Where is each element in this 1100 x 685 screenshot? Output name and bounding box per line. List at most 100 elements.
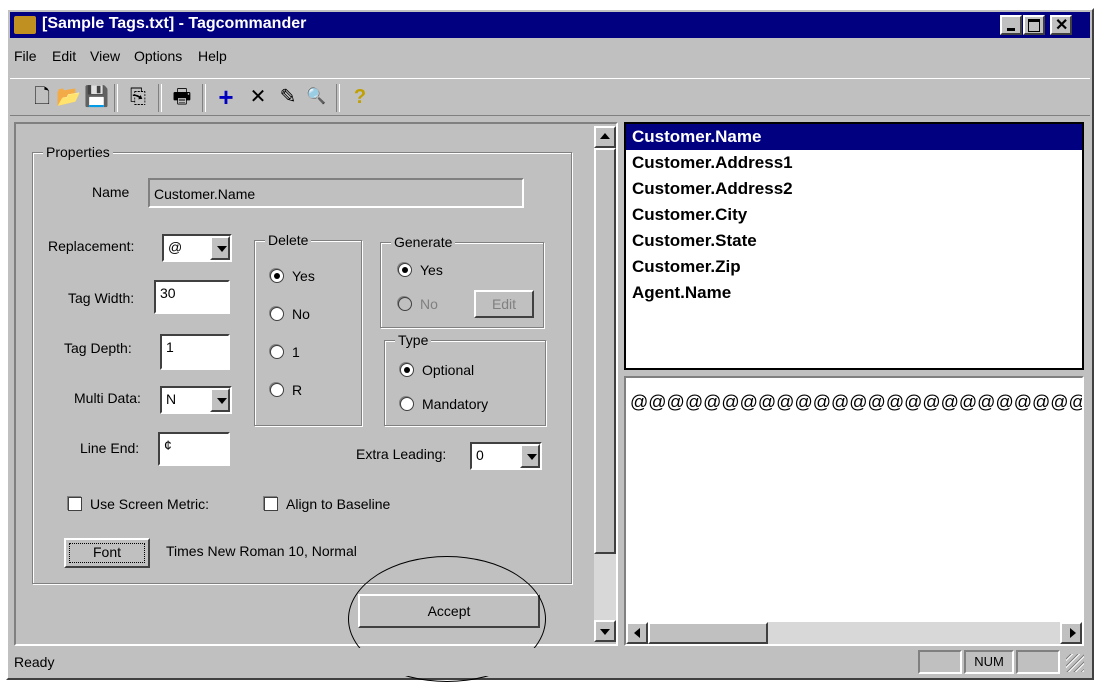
open-icon[interactable]: 📂 [56,84,81,110]
list-item[interactable]: Customer.Address2 [626,176,1082,202]
replacement-label: Replacement: [48,238,135,254]
maximize-button[interactable] [1023,15,1045,35]
generate-edit-button: Edit [474,290,534,318]
print-icon[interactable]: 🖶 [170,84,194,110]
minimize-icon [1007,28,1015,31]
menu-edit[interactable]: Edit [52,48,76,64]
tag-list[interactable]: Customer.Name Customer.Address1 Customer… [624,122,1084,370]
list-item[interactable]: Customer.Zip [626,254,1082,280]
scroll-up-button[interactable] [594,126,616,148]
use-screen-metric-checkbox[interactable]: Use Screen Metric: [68,496,209,512]
find-icon[interactable]: ✎ [276,84,300,110]
copy-icon[interactable]: ⎘ [126,84,150,110]
radio-icon [270,383,284,397]
chevron-left-icon [634,628,640,638]
menu-view[interactable]: View [90,48,120,64]
replacement-select[interactable]: @ [162,234,232,262]
maximize-icon [1028,19,1040,32]
close-icon: ✕ [1055,17,1069,34]
toolbar-separator [158,84,162,112]
extra-leading-select[interactable]: 0 [470,442,542,470]
line-end-value: ¢ [164,437,172,453]
type-optional-radio[interactable]: Optional [400,362,474,378]
scroll-right-button[interactable] [1060,622,1082,644]
multi-data-label: Multi Data: [74,390,141,406]
toolbar-separator [202,84,206,112]
tag-width-label: Tag Width: [68,290,135,306]
extra-leading-label: Extra Leading: [356,446,447,462]
status-text: Ready [14,654,55,670]
chevron-down-icon [600,629,610,635]
delete-no-radio[interactable]: No [270,306,310,322]
chevron-up-icon [600,133,610,139]
font-description: Times New Roman 10, Normal [166,543,357,559]
close-button[interactable]: ✕ [1050,15,1072,35]
delete-group-title: Delete [265,232,312,248]
scroll-thumb[interactable] [648,622,768,644]
delete-icon[interactable]: ✕ [246,84,270,110]
tag-width-field[interactable]: 30 [154,280,230,314]
add-icon[interactable]: + [214,84,238,110]
type-group-title: Type [395,332,432,348]
checkbox-icon [264,497,278,511]
name-value: Customer.Name [154,186,256,202]
list-item[interactable]: Customer.Address1 [626,150,1082,176]
scroll-thumb[interactable] [594,148,616,554]
name-label: Name [92,184,130,200]
properties-scrollbar[interactable] [594,126,616,642]
list-item[interactable]: Customer.State [626,228,1082,254]
resize-grip-icon[interactable] [1066,654,1084,672]
new-icon[interactable]: 🗋 [30,84,54,110]
radio-icon [398,263,412,277]
chevron-down-icon[interactable] [210,236,230,260]
radio-icon [270,345,284,359]
line-end-field[interactable]: ¢ [158,432,230,466]
replacement-value: @ [168,239,183,255]
minimize-button[interactable] [1000,15,1022,35]
toolbar-separator [336,84,340,112]
search-icon[interactable]: 🔍 [304,84,328,110]
status-bar: Ready NUM [10,648,1090,676]
generate-yes-radio[interactable]: Yes [398,262,443,278]
tag-depth-field[interactable]: 1 [160,334,230,370]
multi-data-select[interactable]: N [160,386,232,414]
chevron-down-icon[interactable] [520,444,540,468]
properties-group-title: Properties [43,144,113,160]
delete-r-radio[interactable]: R [270,382,302,398]
delete-yes-radio[interactable]: Yes [270,268,315,284]
radio-icon [400,363,414,377]
tag-depth-label: Tag Depth: [64,340,132,356]
generate-group-title: Generate [391,234,456,250]
name-field[interactable]: Customer.Name [148,178,524,208]
help-icon[interactable]: ? [348,84,372,110]
align-baseline-checkbox[interactable]: Align to Baseline [264,496,390,512]
type-mandatory-radio[interactable]: Mandatory [400,396,488,412]
generate-no-radio: No [398,296,438,312]
preview-pane[interactable]: @@@@@@@@@@@@@@@@@@@@@@@@@@@@@@ [624,376,1084,646]
menu-options[interactable]: Options [134,48,182,64]
radio-icon [270,307,284,321]
radio-icon [398,297,412,311]
menu-bar: File Edit View Options Help [10,44,1090,70]
preview-hscrollbar[interactable] [626,622,1082,644]
num-indicator: NUM [964,650,1014,674]
list-item[interactable]: Agent.Name [626,280,1082,306]
tag-width-value: 30 [160,285,176,301]
save-icon[interactable]: 💾 [84,84,109,110]
preview-text: @@@@@@@@@@@@@@@@@@@@@@@@@@@@@@ [630,392,1082,412]
menu-file[interactable]: File [14,48,37,64]
status-panel [1016,650,1060,674]
title-bar[interactable]: [Sample Tags.txt] - Tagcommander ✕ [10,12,1090,38]
font-button[interactable]: Font [64,538,150,568]
toolbar-separator [114,84,118,112]
delete-1-radio[interactable]: 1 [270,344,300,360]
chevron-down-icon[interactable] [210,388,230,412]
radio-icon [270,269,284,283]
menu-help[interactable]: Help [198,48,227,64]
scroll-left-button[interactable] [626,622,648,644]
multi-data-value: N [166,391,177,407]
chevron-right-icon [1070,628,1076,638]
list-item[interactable]: Customer.Name [626,124,1082,150]
scroll-down-button[interactable] [594,620,616,642]
list-item[interactable]: Customer.City [626,202,1082,228]
